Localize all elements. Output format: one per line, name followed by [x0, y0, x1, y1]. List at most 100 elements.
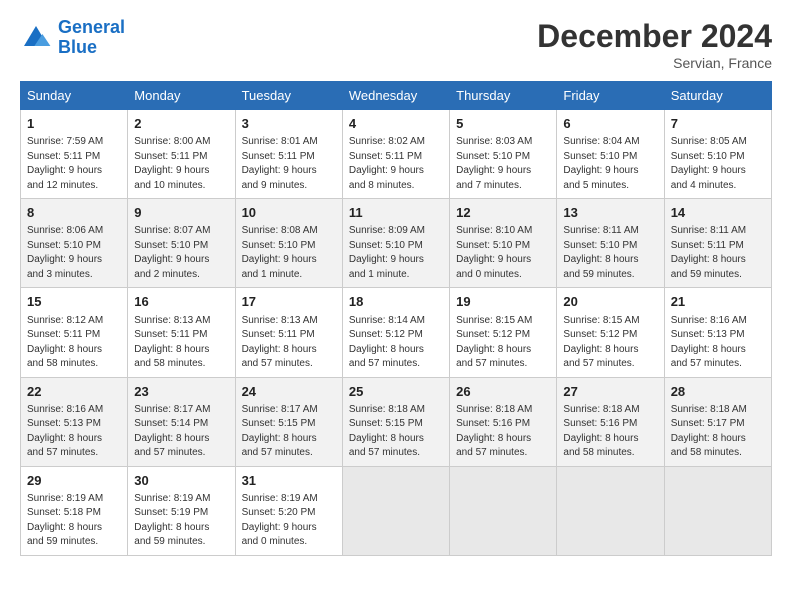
day-info: Sunrise: 8:01 AM Sunset: 5:11 PM Dayligh… — [242, 135, 336, 193]
day-info: Sunrise: 8:19 AM Sunset: 5:18 PM Dayligh… — [27, 492, 121, 550]
calendar-cell: 6 Sunrise: 8:04 AM Sunset: 5:10 PM Daylig… — [557, 110, 664, 199]
day-number: 9 — [134, 204, 228, 222]
calendar-cell: 13Sunrise: 8:11 AM Sunset: 5:10 PM Dayli… — [557, 199, 664, 288]
calendar-cell — [557, 466, 664, 555]
day-info: Sunrise: 8:13 AM Sunset: 5:11 PM Dayligh… — [242, 314, 336, 372]
day-info: Sunrise: 8:12 AM Sunset: 5:11 PM Dayligh… — [27, 314, 121, 372]
weekday-header-saturday: Saturday — [664, 82, 771, 110]
month-title: December 2024 — [537, 18, 772, 55]
calendar-cell: 14Sunrise: 8:11 AM Sunset: 5:11 PM Dayli… — [664, 199, 771, 288]
day-number: 30 — [134, 472, 228, 490]
day-number: 29 — [27, 472, 121, 490]
day-number: 1 — [27, 115, 121, 133]
day-info: Sunrise: 8:17 AM Sunset: 5:15 PM Dayligh… — [242, 403, 336, 461]
calendar-cell: 27 Sunrise: 8:18 AM Sunset: 5:16 PM Dayli… — [557, 377, 664, 466]
calendar-cell: 1 Sunrise: 7:59 AM Sunset: 5:11 PM Daylig… — [21, 110, 128, 199]
day-info: Sunrise: 8:16 AM Sunset: 5:13 PM Dayligh… — [671, 314, 765, 372]
calendar-cell: 29 Sunrise: 8:19 AM Sunset: 5:18 PM Dayli… — [21, 466, 128, 555]
day-number: 8 — [27, 204, 121, 222]
day-info: Sunrise: 8:10 AM Sunset: 5:10 PM Dayligh… — [456, 224, 550, 282]
calendar-cell: 9Sunrise: 8:07 AM Sunset: 5:10 PM Daylig… — [128, 199, 235, 288]
calendar-cell: 2Sunrise: 8:00 AM Sunset: 5:11 PM Daylig… — [128, 110, 235, 199]
day-info: Sunrise: 8:11 AM Sunset: 5:11 PM Dayligh… — [671, 224, 765, 282]
calendar-cell: 8 Sunrise: 8:06 AM Sunset: 5:10 PM Daylig… — [21, 199, 128, 288]
weekday-header-thursday: Thursday — [450, 82, 557, 110]
calendar-cell: 16 Sunrise: 8:13 AM Sunset: 5:11 PM Dayli… — [128, 288, 235, 377]
calendar-cell: 23 Sunrise: 8:17 AM Sunset: 5:14 PM Dayli… — [128, 377, 235, 466]
weekday-header-wednesday: Wednesday — [342, 82, 449, 110]
calendar-cell: 17Sunrise: 8:13 AM Sunset: 5:11 PM Dayli… — [235, 288, 342, 377]
day-info: Sunrise: 8:18 AM Sunset: 5:16 PM Dayligh… — [563, 403, 657, 461]
logo-icon — [20, 22, 52, 54]
calendar-cell: 22 Sunrise: 8:16 AM Sunset: 5:13 PM Dayli… — [21, 377, 128, 466]
day-info: Sunrise: 8:16 AM Sunset: 5:13 PM Dayligh… — [27, 403, 121, 461]
day-info: Sunrise: 8:15 AM Sunset: 5:12 PM Dayligh… — [456, 314, 550, 372]
day-info: Sunrise: 8:09 AM Sunset: 5:10 PM Dayligh… — [349, 224, 443, 282]
calendar-cell: 28Sunrise: 8:18 AM Sunset: 5:17 PM Dayli… — [664, 377, 771, 466]
day-number: 15 — [27, 293, 121, 311]
day-number: 21 — [671, 293, 765, 311]
week-row-4: 22 Sunrise: 8:16 AM Sunset: 5:13 PM Dayli… — [21, 377, 772, 466]
day-number: 27 — [563, 383, 657, 401]
calendar-cell: 15 Sunrise: 8:12 AM Sunset: 5:11 PM Dayli… — [21, 288, 128, 377]
logo: General Blue — [20, 18, 125, 58]
day-info: Sunrise: 8:19 AM Sunset: 5:19 PM Dayligh… — [134, 492, 228, 550]
day-info: Sunrise: 8:05 AM Sunset: 5:10 PM Dayligh… — [671, 135, 765, 193]
calendar-cell: 18 Sunrise: 8:14 AM Sunset: 5:12 PM Dayli… — [342, 288, 449, 377]
day-info: Sunrise: 8:17 AM Sunset: 5:14 PM Dayligh… — [134, 403, 228, 461]
day-info: Sunrise: 8:18 AM Sunset: 5:16 PM Dayligh… — [456, 403, 550, 461]
location: Servian, France — [537, 55, 772, 71]
day-info: Sunrise: 8:03 AM Sunset: 5:10 PM Dayligh… — [456, 135, 550, 193]
day-info: Sunrise: 8:19 AM Sunset: 5:20 PM Dayligh… — [242, 492, 336, 550]
calendar-cell — [450, 466, 557, 555]
calendar-cell: 5 Sunrise: 8:03 AM Sunset: 5:10 PM Daylig… — [450, 110, 557, 199]
weekday-header-row: SundayMondayTuesdayWednesdayThursdayFrid… — [21, 82, 772, 110]
day-info: Sunrise: 8:13 AM Sunset: 5:11 PM Dayligh… — [134, 314, 228, 372]
day-number: 18 — [349, 293, 443, 311]
day-number: 6 — [563, 115, 657, 133]
calendar-cell: 24 Sunrise: 8:17 AM Sunset: 5:15 PM Dayli… — [235, 377, 342, 466]
day-number: 31 — [242, 472, 336, 490]
day-number: 11 — [349, 204, 443, 222]
calendar-cell — [342, 466, 449, 555]
weekday-header-sunday: Sunday — [21, 82, 128, 110]
day-number: 5 — [456, 115, 550, 133]
calendar-cell — [664, 466, 771, 555]
day-number: 20 — [563, 293, 657, 311]
day-number: 16 — [134, 293, 228, 311]
day-info: Sunrise: 8:08 AM Sunset: 5:10 PM Dayligh… — [242, 224, 336, 282]
day-number: 2 — [134, 115, 228, 133]
day-info: Sunrise: 8:11 AM Sunset: 5:10 PM Dayligh… — [563, 224, 657, 282]
logo-text: General Blue — [58, 18, 125, 58]
week-row-3: 15 Sunrise: 8:12 AM Sunset: 5:11 PM Dayli… — [21, 288, 772, 377]
day-number: 23 — [134, 383, 228, 401]
calendar-cell: 7 Sunrise: 8:05 AM Sunset: 5:10 PM Daylig… — [664, 110, 771, 199]
day-number: 12 — [456, 204, 550, 222]
weekday-header-monday: Monday — [128, 82, 235, 110]
calendar-cell: 21 Sunrise: 8:16 AM Sunset: 5:13 PM Dayli… — [664, 288, 771, 377]
day-info: Sunrise: 8:18 AM Sunset: 5:17 PM Dayligh… — [671, 403, 765, 461]
header: General Blue December 2024 Servian, Fran… — [20, 18, 772, 71]
calendar-cell: 10Sunrise: 8:08 AM Sunset: 5:10 PM Dayli… — [235, 199, 342, 288]
day-info: Sunrise: 8:14 AM Sunset: 5:12 PM Dayligh… — [349, 314, 443, 372]
day-info: Sunrise: 8:18 AM Sunset: 5:15 PM Dayligh… — [349, 403, 443, 461]
week-row-1: 1 Sunrise: 7:59 AM Sunset: 5:11 PM Daylig… — [21, 110, 772, 199]
week-row-5: 29 Sunrise: 8:19 AM Sunset: 5:18 PM Dayli… — [21, 466, 772, 555]
day-info: Sunrise: 8:02 AM Sunset: 5:11 PM Dayligh… — [349, 135, 443, 193]
day-number: 7 — [671, 115, 765, 133]
weekday-header-friday: Friday — [557, 82, 664, 110]
day-info: Sunrise: 8:15 AM Sunset: 5:12 PM Dayligh… — [563, 314, 657, 372]
calendar-cell: 20 Sunrise: 8:15 AM Sunset: 5:12 PM Dayli… — [557, 288, 664, 377]
page-container: General Blue December 2024 Servian, Fran… — [0, 0, 792, 566]
title-block: December 2024 Servian, France — [537, 18, 772, 71]
day-number: 3 — [242, 115, 336, 133]
day-number: 25 — [349, 383, 443, 401]
week-row-2: 8 Sunrise: 8:06 AM Sunset: 5:10 PM Daylig… — [21, 199, 772, 288]
day-info: Sunrise: 7:59 AM Sunset: 5:11 PM Dayligh… — [27, 135, 121, 193]
day-info: Sunrise: 8:04 AM Sunset: 5:10 PM Dayligh… — [563, 135, 657, 193]
day-number: 22 — [27, 383, 121, 401]
calendar-cell: 4Sunrise: 8:02 AM Sunset: 5:11 PM Daylig… — [342, 110, 449, 199]
day-number: 24 — [242, 383, 336, 401]
calendar-cell: 31 Sunrise: 8:19 AM Sunset: 5:20 PM Dayli… — [235, 466, 342, 555]
day-info: Sunrise: 8:06 AM Sunset: 5:10 PM Dayligh… — [27, 224, 121, 282]
